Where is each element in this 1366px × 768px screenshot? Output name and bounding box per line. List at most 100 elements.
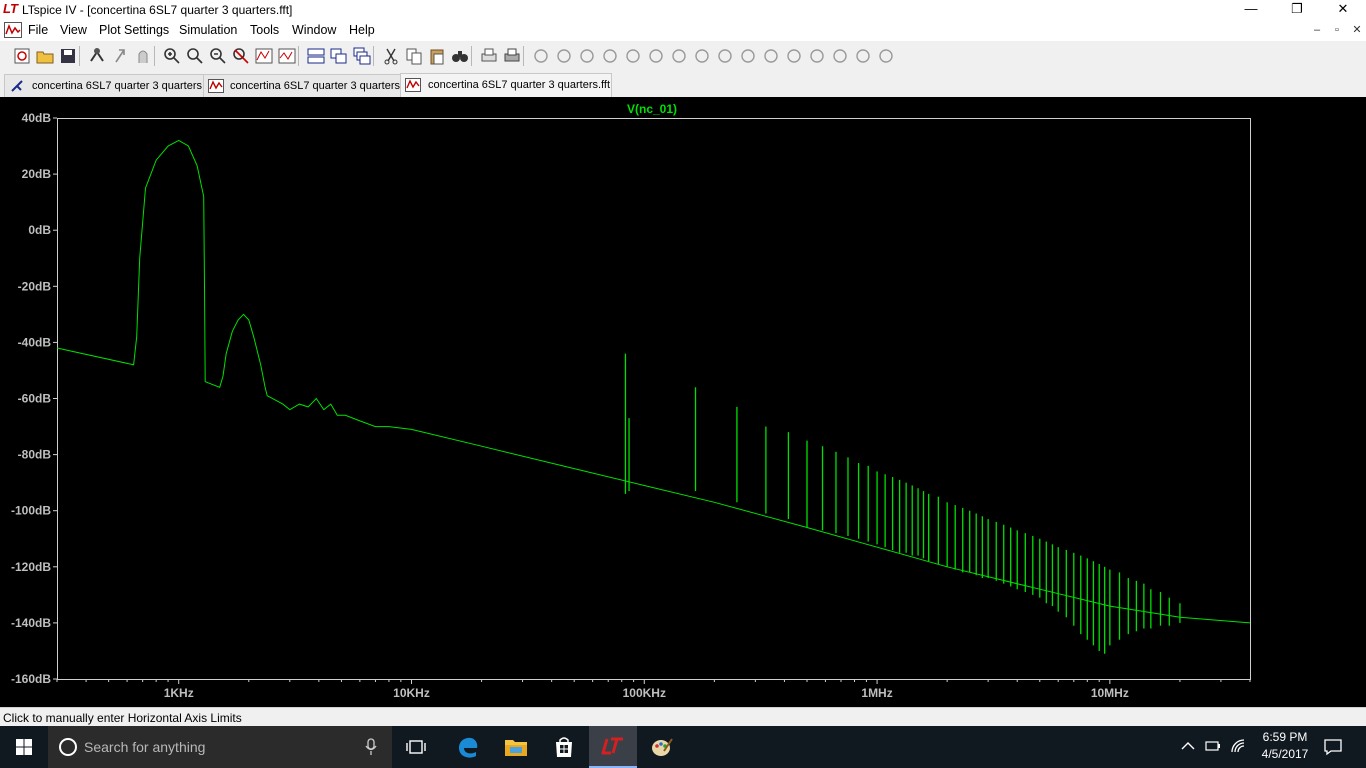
plot-settings-icon[interactable] bbox=[277, 46, 297, 66]
taskbar-paint[interactable] bbox=[638, 726, 686, 768]
chevron-up-icon[interactable] bbox=[1181, 741, 1195, 751]
menu-window[interactable]: Window bbox=[292, 23, 336, 38]
y-tick-label: -100dB bbox=[11, 504, 51, 518]
redo-icon[interactable] bbox=[784, 46, 804, 66]
mdi-minimize-button[interactable]: – bbox=[1308, 23, 1326, 38]
autorange-icon[interactable] bbox=[254, 46, 274, 66]
menu-help[interactable]: Help bbox=[349, 23, 375, 38]
undo-icon[interactable] bbox=[761, 46, 781, 66]
taskbar-edge[interactable] bbox=[444, 726, 492, 768]
y-tick-label: -140dB bbox=[11, 616, 51, 630]
zoom-area-icon[interactable] bbox=[185, 46, 205, 66]
folder-icon bbox=[505, 740, 527, 756]
rotate-icon[interactable] bbox=[807, 46, 827, 66]
x-tick-label[interactable]: 100KHz bbox=[623, 686, 666, 700]
new-schematic-icon[interactable] bbox=[12, 46, 32, 66]
y-axis[interactable]: 40dB 20dB 0dB -20dB -40dB -60dB -80dB -100dB -12… bbox=[11, 111, 57, 686]
search-box[interactable]: Search for anything bbox=[48, 726, 392, 768]
tab-label: concertina 6SL7 quarter 3 quarters.fft bbox=[428, 79, 611, 91]
halt-icon[interactable] bbox=[133, 46, 153, 66]
move-icon[interactable] bbox=[715, 46, 735, 66]
mdi-restore-button[interactable]: ▫ bbox=[1328, 23, 1346, 38]
document-waveform-icon[interactable] bbox=[4, 22, 22, 38]
run-icon[interactable] bbox=[110, 46, 130, 66]
start-button[interactable] bbox=[0, 726, 48, 768]
x-tick-label[interactable]: 10MHz bbox=[1091, 686, 1129, 700]
y-tick-label: -120dB bbox=[11, 560, 51, 574]
store-icon bbox=[556, 737, 572, 757]
waveform-plot-pane[interactable]: V(nc_01) 40dB 20dB 0dB -20dB -40dB -60dB -80dB… bbox=[0, 97, 1366, 707]
search-input[interactable]: Search for anything bbox=[84, 738, 205, 756]
mirror-icon[interactable] bbox=[830, 46, 850, 66]
diode-icon[interactable] bbox=[669, 46, 689, 66]
inductor-icon[interactable] bbox=[646, 46, 666, 66]
restore-button[interactable]: ❐ bbox=[1274, 0, 1320, 20]
print-icon[interactable] bbox=[502, 46, 522, 66]
zoom-in-icon[interactable] bbox=[162, 46, 182, 66]
minimize-button[interactable]: — bbox=[1228, 0, 1274, 20]
clock-time[interactable]: 6:59 PM bbox=[1255, 730, 1315, 745]
copy-icon[interactable] bbox=[404, 46, 424, 66]
menu-simulation[interactable]: Simulation bbox=[179, 23, 237, 38]
tab-waveform[interactable]: concertina 6SL7 quarter 3 quarters bbox=[203, 74, 401, 97]
tile-horizontal-icon[interactable] bbox=[306, 46, 326, 66]
close-button[interactable]: ✕ bbox=[1320, 0, 1366, 20]
menu-bar: File View Plot Settings Simulation Tools… bbox=[0, 20, 1366, 41]
drag-icon[interactable] bbox=[738, 46, 758, 66]
waveform-icon bbox=[405, 78, 421, 92]
ltspice-logo-icon: LT bbox=[3, 1, 18, 16]
toolbar-separator bbox=[79, 46, 80, 66]
zoom-fit-icon[interactable] bbox=[231, 46, 251, 66]
cascade-icon[interactable] bbox=[352, 46, 372, 66]
microphone-icon[interactable] bbox=[364, 738, 378, 756]
open-icon[interactable] bbox=[35, 46, 55, 66]
task-view-button[interactable] bbox=[392, 726, 440, 768]
fft-plot[interactable]: V(nc_01) 40dB 20dB 0dB -20dB -40dB -60dB -80dB… bbox=[0, 97, 1366, 707]
taskbar-file-explorer[interactable] bbox=[492, 726, 540, 768]
minimize-icon: — bbox=[1244, 1, 1258, 16]
print-preview-icon[interactable] bbox=[479, 46, 499, 66]
menu-plot-settings[interactable]: Plot Settings bbox=[99, 23, 169, 38]
close-icon: ✕ bbox=[1337, 1, 1349, 16]
wire-icon[interactable] bbox=[531, 46, 551, 66]
toolbar bbox=[0, 41, 1366, 72]
x-tick-label[interactable]: 1KHz bbox=[164, 686, 194, 700]
save-icon[interactable] bbox=[58, 46, 78, 66]
component-icon[interactable] bbox=[692, 46, 712, 66]
y-tick-label: 40dB bbox=[22, 111, 52, 125]
x-axis[interactable]: 1KHz 10KHz 100KHz 1MHz 10MHz bbox=[56, 679, 1251, 700]
y-tick-label: -60dB bbox=[18, 392, 52, 406]
y-tick-label: -20dB bbox=[18, 279, 52, 293]
menu-view[interactable]: View bbox=[60, 23, 87, 38]
paint-icon bbox=[652, 738, 673, 756]
y-tick-label: 0dB bbox=[28, 223, 51, 237]
menu-tools[interactable]: Tools bbox=[250, 23, 279, 38]
cut-icon[interactable] bbox=[381, 46, 401, 66]
resistor-icon[interactable] bbox=[600, 46, 620, 66]
spice-directive-icon[interactable] bbox=[876, 46, 896, 66]
document-tabs: concertina 6SL7 quarter 3 quarters conce… bbox=[0, 71, 1366, 97]
x-tick-label[interactable]: 10KHz bbox=[393, 686, 430, 700]
capacitor-icon[interactable] bbox=[623, 46, 643, 66]
clock-date[interactable]: 4/5/2017 bbox=[1255, 747, 1315, 762]
zoom-out-icon[interactable] bbox=[208, 46, 228, 66]
trace-label[interactable]: V(nc_01) bbox=[627, 102, 677, 116]
control-panel-icon[interactable] bbox=[87, 46, 107, 66]
mdi-close-button[interactable]: ✕ bbox=[1348, 23, 1366, 38]
taskbar-store[interactable] bbox=[540, 726, 588, 768]
tab-fft[interactable]: concertina 6SL7 quarter 3 quarters.fft bbox=[400, 73, 612, 97]
wifi-icon[interactable] bbox=[1230, 738, 1246, 754]
paste-icon[interactable] bbox=[427, 46, 447, 66]
taskbar-ltspice[interactable] bbox=[589, 726, 637, 768]
action-center-icon[interactable] bbox=[1324, 738, 1342, 756]
menu-file[interactable]: File bbox=[28, 23, 48, 38]
ground-icon[interactable] bbox=[554, 46, 574, 66]
x-tick-label[interactable]: 1MHz bbox=[861, 686, 892, 700]
tab-schematic[interactable]: concertina 6SL7 quarter 3 quarters bbox=[4, 74, 204, 97]
windows-logo-icon bbox=[16, 739, 32, 755]
tile-vertical-icon[interactable] bbox=[329, 46, 349, 66]
text-icon[interactable] bbox=[853, 46, 873, 66]
find-icon[interactable] bbox=[450, 46, 470, 66]
battery-icon[interactable] bbox=[1205, 740, 1221, 752]
label-icon[interactable] bbox=[577, 46, 597, 66]
